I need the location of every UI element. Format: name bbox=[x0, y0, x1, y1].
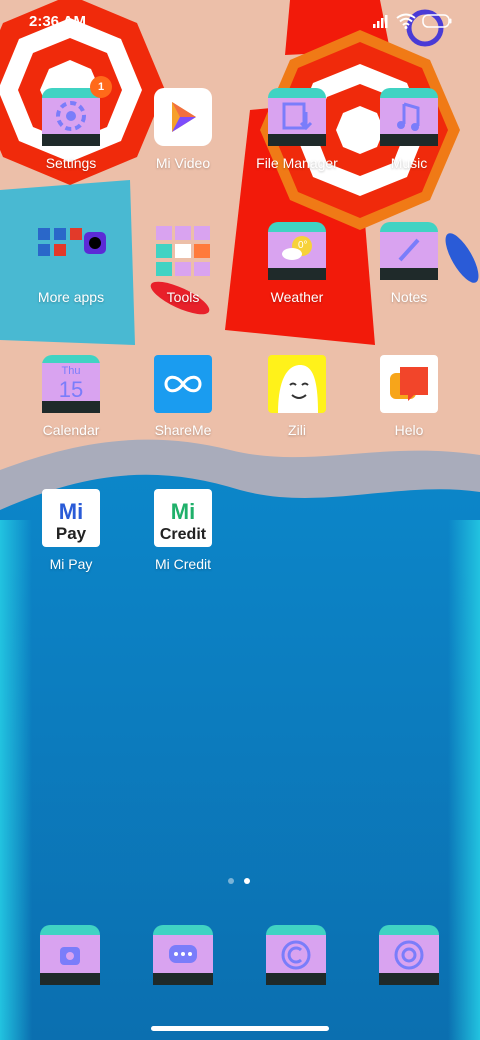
weather-temp: 0° bbox=[298, 240, 308, 251]
mi-video-icon bbox=[154, 88, 212, 146]
app-label: Mi Video bbox=[155, 155, 211, 171]
mi-credit-line1: Mi bbox=[171, 499, 195, 524]
app-helo[interactable]: Helo bbox=[354, 355, 464, 438]
shareme-icon bbox=[154, 355, 212, 413]
app-calendar[interactable]: Thu 15 Calendar bbox=[16, 355, 126, 438]
app-label: Notes bbox=[390, 289, 428, 305]
wifi-icon bbox=[396, 13, 416, 29]
phone-icon bbox=[40, 925, 100, 985]
app-weather[interactable]: 0° Weather bbox=[242, 222, 352, 305]
app-label: Mi Pay bbox=[49, 556, 93, 572]
calendar-day: Thu bbox=[62, 365, 81, 377]
dock-app-phone[interactable] bbox=[15, 925, 125, 985]
app-mi-pay[interactable]: Mi Pay Mi Pay bbox=[16, 489, 126, 572]
app-mi-video[interactable]: Mi Video bbox=[128, 88, 238, 171]
page-dot-1[interactable] bbox=[228, 878, 234, 884]
calendar-date: 15 bbox=[59, 377, 83, 402]
app-label: ShareMe bbox=[154, 422, 212, 438]
notification-badge: 1 bbox=[90, 76, 112, 98]
folder-tools[interactable]: Tools bbox=[128, 222, 238, 305]
page-dot-2[interactable] bbox=[244, 878, 250, 884]
app-label: Music bbox=[390, 155, 428, 171]
app-label: Helo bbox=[394, 422, 424, 438]
app-label: More apps bbox=[37, 289, 105, 305]
app-file-manager[interactable]: File Manager bbox=[242, 88, 352, 171]
settings-icon: 1 bbox=[42, 76, 112, 146]
app-label: Settings bbox=[45, 155, 97, 171]
more-apps-folder-icon bbox=[38, 222, 106, 280]
status-bar: 2:36 AM bbox=[0, 0, 480, 40]
music-icon bbox=[380, 88, 438, 146]
mi-pay-icon: Mi Pay bbox=[42, 489, 100, 547]
app-notes[interactable]: Notes bbox=[354, 222, 464, 305]
mi-pay-line2: Pay bbox=[56, 524, 87, 543]
app-mi-credit[interactable]: Mi Credit Mi Credit bbox=[128, 489, 238, 572]
camera-icon bbox=[379, 925, 439, 985]
home-indicator[interactable] bbox=[151, 1026, 329, 1031]
zili-icon bbox=[268, 355, 326, 413]
file-manager-icon bbox=[268, 88, 326, 146]
helo-icon bbox=[380, 355, 438, 413]
app-label: Zili bbox=[288, 422, 306, 438]
app-label: Weather bbox=[270, 289, 324, 305]
tools-folder-icon bbox=[154, 222, 212, 280]
browser-icon bbox=[266, 925, 326, 985]
app-label: File Manager bbox=[256, 155, 338, 171]
signal-icon bbox=[373, 15, 388, 28]
app-settings[interactable]: 1 Settings bbox=[16, 76, 126, 171]
dock-app-messages[interactable] bbox=[128, 925, 238, 985]
app-music[interactable]: Music bbox=[354, 88, 464, 171]
page-indicator bbox=[228, 878, 250, 884]
notes-icon bbox=[380, 222, 438, 280]
dock-app-browser[interactable] bbox=[241, 925, 351, 985]
battery-icon bbox=[422, 14, 452, 28]
app-shareme[interactable]: ShareMe bbox=[128, 355, 238, 438]
app-label: Tools bbox=[166, 289, 200, 305]
calendar-icon: Thu 15 bbox=[42, 355, 100, 413]
weather-icon: 0° bbox=[268, 222, 326, 280]
dock-app-camera[interactable] bbox=[354, 925, 464, 985]
status-icons bbox=[372, 12, 452, 30]
mi-credit-icon: Mi Credit bbox=[154, 489, 212, 547]
mi-credit-line2: Credit bbox=[160, 526, 207, 543]
status-time: 2:36 AM bbox=[29, 13, 86, 30]
app-label: Calendar bbox=[42, 422, 100, 438]
app-label: Mi Credit bbox=[154, 556, 211, 572]
mi-pay-line1: Mi bbox=[59, 499, 83, 524]
app-zili[interactable]: Zili bbox=[242, 355, 352, 438]
folder-more-apps[interactable]: More apps bbox=[16, 222, 126, 305]
messages-icon bbox=[153, 925, 213, 985]
